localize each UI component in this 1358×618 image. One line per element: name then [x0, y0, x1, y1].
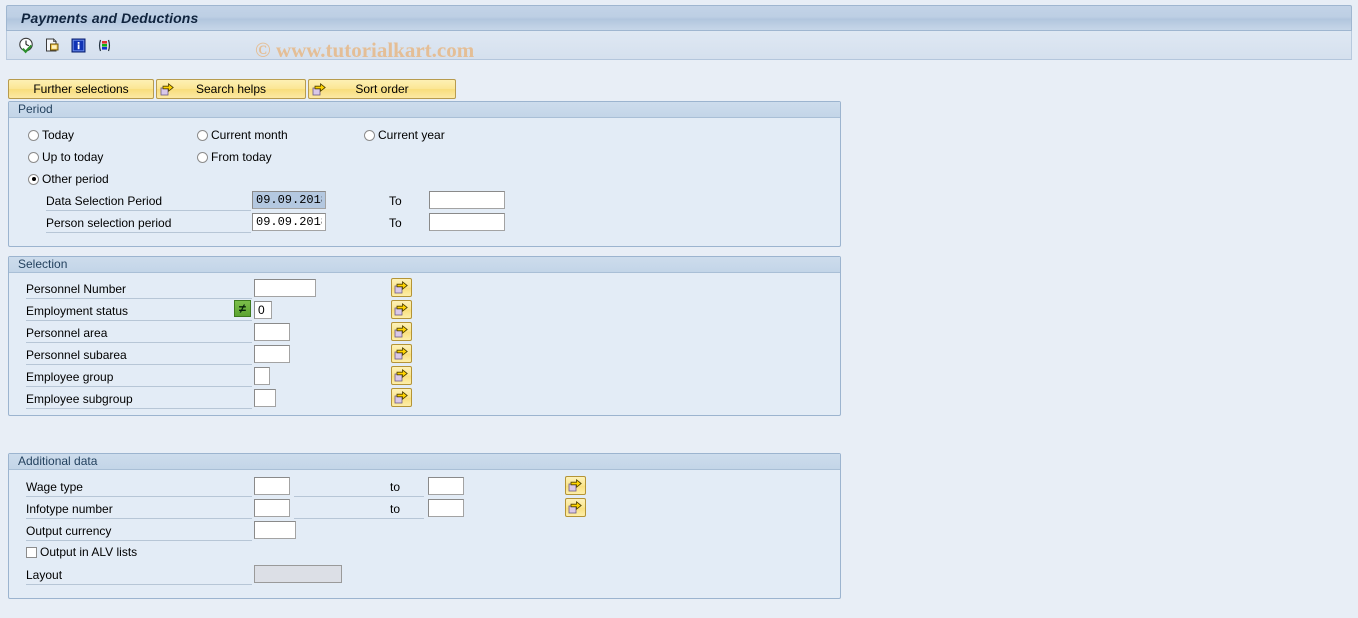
employment-status-input[interactable] — [254, 301, 272, 319]
radio-today-label: Today — [42, 128, 75, 142]
infotype-number-label: Infotype number — [26, 502, 113, 516]
period-group-title: Period — [9, 102, 840, 118]
infotype-number-multiselect-button[interactable] — [565, 498, 586, 517]
information-icon[interactable] — [69, 36, 87, 54]
window-titlebar: Payments and Deductions — [6, 5, 1352, 31]
wage-type-to-label: to — [390, 480, 401, 494]
person-selection-period-input[interactable] — [252, 213, 326, 231]
personnel-number-multiselect-button[interactable] — [391, 278, 412, 297]
layout-input[interactable] — [254, 565, 342, 583]
personnel-subarea-multiselect-button[interactable] — [391, 344, 412, 363]
field-underline — [26, 408, 252, 409]
wage-type-to-input[interactable] — [428, 477, 464, 495]
field-underline — [26, 540, 252, 541]
field-underline — [26, 342, 252, 343]
output-in-alv-lists-label: Output in ALV lists — [40, 545, 138, 559]
sort-order-button[interactable]: Sort order — [308, 79, 456, 99]
person-selection-period-to-label: To — [389, 216, 402, 230]
arrow-right-icon — [312, 82, 327, 100]
get-variant-icon[interactable] — [43, 36, 61, 54]
radio-button-indicator — [364, 129, 375, 141]
radio-current-year[interactable]: Current year — [364, 128, 445, 142]
radio-up-to-today[interactable]: Up to today — [28, 150, 103, 164]
infotype-number-to-input[interactable] — [428, 499, 464, 517]
radio-from-today[interactable]: From today — [197, 150, 272, 164]
radio-button-indicator — [197, 151, 208, 163]
field-underline — [26, 584, 252, 585]
personnel-area-multiselect-button[interactable] — [391, 322, 412, 341]
personnel-area-input[interactable] — [254, 323, 290, 341]
additional-data-group-title: Additional data — [9, 454, 840, 470]
radio-current-month-label: Current month — [211, 128, 288, 142]
further-selections-button[interactable]: Further selections — [8, 79, 154, 99]
further-selections-label: Further selections — [33, 82, 129, 96]
field-underline — [294, 496, 424, 497]
field-underline — [46, 210, 251, 211]
search-helps-label: Search helps — [195, 82, 267, 96]
radio-from-today-label: From today — [211, 150, 272, 164]
application-toolbar — [6, 31, 1352, 60]
checkbox-indicator — [26, 546, 37, 558]
employment-status-label: Employment status — [26, 304, 129, 318]
selection-button-row: Further selections Search helps Sort ord… — [8, 79, 456, 99]
period-group: Period Today Current month Current year … — [8, 101, 841, 247]
radio-button-indicator — [28, 151, 39, 163]
employee-subgroup-input[interactable] — [254, 389, 276, 407]
personnel-number-label: Personnel Number — [26, 282, 127, 296]
execute-clock-icon[interactable] — [17, 36, 35, 54]
field-underline — [26, 518, 252, 519]
additional-data-group: Additional data Wage type to Infotype nu… — [8, 453, 841, 599]
field-underline — [26, 364, 252, 365]
field-underline — [294, 518, 424, 519]
employee-group-label: Employee group — [26, 370, 114, 384]
radio-other-period-label: Other period — [42, 172, 109, 186]
field-underline — [46, 232, 251, 233]
data-selection-period-label: Data Selection Period — [46, 194, 163, 208]
employee-subgroup-multiselect-button[interactable] — [391, 388, 412, 407]
wage-type-label: Wage type — [26, 480, 83, 494]
wage-type-input[interactable] — [254, 477, 290, 495]
employee-group-multiselect-button[interactable] — [391, 366, 412, 385]
output-in-alv-lists-checkbox[interactable]: Output in ALV lists — [26, 545, 137, 559]
layout-label: Layout — [26, 568, 63, 582]
field-underline — [26, 386, 252, 387]
radio-current-month[interactable]: Current month — [197, 128, 288, 142]
field-underline — [26, 298, 252, 299]
radio-other-period[interactable]: Other period — [28, 172, 109, 186]
field-underline — [26, 320, 252, 321]
radio-up-to-today-label: Up to today — [42, 150, 104, 164]
personnel-subarea-label: Personnel subarea — [26, 348, 127, 362]
employment-status-operator-button[interactable]: ≠ — [234, 300, 251, 317]
selection-group: Selection Personnel Number Employment st… — [8, 256, 841, 416]
page-title: Payments and Deductions — [21, 10, 199, 26]
personnel-number-input[interactable] — [254, 279, 316, 297]
data-selection-period-input[interactable] — [252, 191, 326, 209]
search-helps-button[interactable]: Search helps — [156, 79, 306, 99]
infotype-number-to-label: to — [390, 502, 401, 516]
personnel-subarea-input[interactable] — [254, 345, 290, 363]
person-selection-period-label: Person selection period — [46, 216, 172, 230]
sort-order-label: Sort order — [355, 82, 409, 96]
output-currency-label: Output currency — [26, 524, 112, 538]
radio-current-year-label: Current year — [378, 128, 445, 142]
wage-type-multiselect-button[interactable] — [565, 476, 586, 495]
employee-subgroup-label: Employee subgroup — [26, 392, 133, 406]
field-underline — [26, 496, 252, 497]
radio-button-indicator — [28, 129, 39, 141]
radio-today[interactable]: Today — [28, 128, 74, 142]
output-currency-input[interactable] — [254, 521, 296, 539]
selection-group-title: Selection — [9, 257, 840, 273]
arrow-right-icon — [160, 82, 175, 100]
employee-group-input[interactable] — [254, 367, 270, 385]
radio-button-indicator — [28, 173, 39, 185]
selection-options-icon[interactable] — [95, 36, 113, 54]
infotype-number-input[interactable] — [254, 499, 290, 517]
data-selection-period-to-label: To — [389, 194, 402, 208]
person-selection-period-to-input[interactable] — [429, 213, 505, 231]
employment-status-multiselect-button[interactable] — [391, 300, 412, 319]
data-selection-period-to-input[interactable] — [429, 191, 505, 209]
personnel-area-label: Personnel area — [26, 326, 108, 340]
radio-button-indicator — [197, 129, 208, 141]
sap-selection-screen: Payments and Deductions © www.tutorialka… — [0, 0, 1358, 618]
